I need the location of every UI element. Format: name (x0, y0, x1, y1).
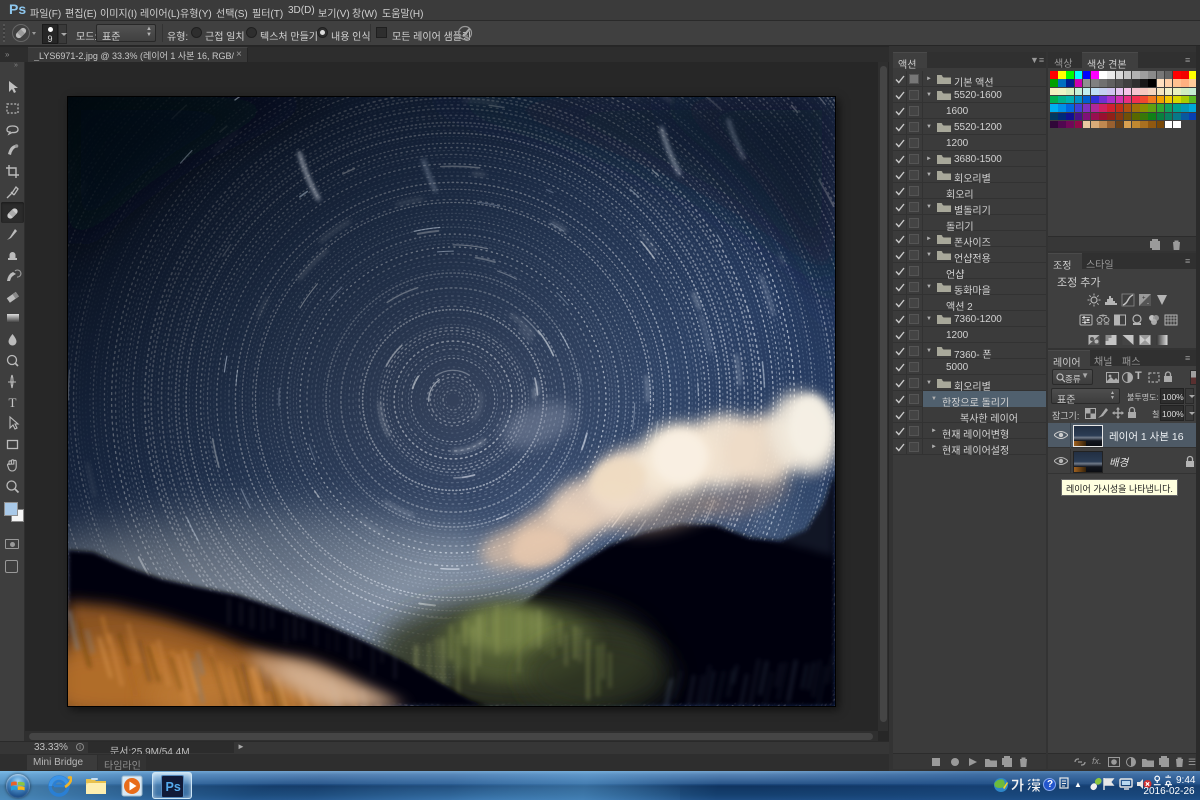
svg-text:-: - (1147, 301, 1149, 307)
svg-text:+: + (1142, 296, 1146, 302)
svg-text:T: T (9, 395, 17, 410)
